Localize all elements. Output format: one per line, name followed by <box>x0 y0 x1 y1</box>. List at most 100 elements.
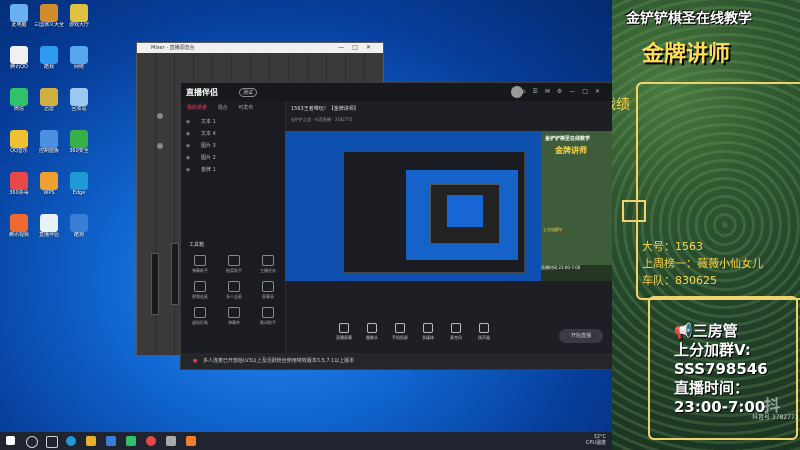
app-icon <box>40 4 58 22</box>
folder-icon[interactable] <box>86 436 96 446</box>
app-icon <box>70 4 88 22</box>
task-view-icon[interactable] <box>46 436 58 448</box>
recursive-preview <box>343 151 525 273</box>
recursive-preview-inner2 <box>430 184 500 244</box>
tab-my-scenes[interactable]: 我的场景 <box>187 105 207 111</box>
tab-publish[interactable]: 可发布 <box>238 105 253 111</box>
desktop-icon[interactable]: 酷我 <box>34 46 64 70</box>
mixer-titlebar[interactable]: Mixer - 直播调音台 —□✕ <box>137 43 383 53</box>
frame-handle <box>622 200 646 222</box>
scene-tabs: 我的场景 混合 可发布 <box>181 101 285 116</box>
search-icon[interactable] <box>26 436 38 448</box>
desktop-icon-label: 360杀毒 <box>9 190 29 196</box>
tool-icon <box>194 281 206 292</box>
scene-item[interactable]: 文本 1 <box>181 116 285 128</box>
bottom-tool-label: 手机投屏 <box>392 335 408 340</box>
tool-label: 虚拟形象 <box>192 320 208 325</box>
app-icon <box>40 46 58 64</box>
tool-button[interactable]: 虚拟形象 <box>185 307 215 326</box>
bottom-tool-button[interactable]: 多媒体 <box>415 323 441 341</box>
app-icon <box>40 214 58 232</box>
tool-icon <box>228 307 240 318</box>
thumb-box: 直播时间:23:00-7:00 <box>541 265 613 281</box>
desktop-icon[interactable]: 迅雷 <box>34 88 64 112</box>
system-tray[interactable]: 32°C CPU温度 <box>586 434 606 446</box>
desktop-icon[interactable]: WPS <box>34 172 64 196</box>
desktop-icon-label: 三国演义大全 <box>34 22 64 28</box>
tool-button[interactable]: 视频连麦 <box>185 281 215 300</box>
desktop-icon[interactable]: 360安全 <box>64 130 94 154</box>
tool-button[interactable]: 弹幕库 <box>219 307 249 326</box>
desktop-icon-label: 迅雷 <box>43 106 54 112</box>
start-button-icon[interactable] <box>6 436 15 445</box>
browser-icon[interactable] <box>146 436 156 446</box>
scene-panel: 我的场景 混合 可发布 文本 1 文本 4 图片 3 图片 2 金牌 1 工具箱… <box>181 101 286 353</box>
app-icon <box>10 172 28 190</box>
desktop-icon[interactable]: 腾讯QQ <box>4 46 34 70</box>
chat-icon[interactable] <box>126 436 136 446</box>
live-app-icon[interactable] <box>186 436 196 446</box>
live-companion-window[interactable]: 直播伴侣 测试 ⌂☰✉⚙—□✕ 我的场景 混合 可发布 文本 1 文本 4 图片… <box>180 82 614 370</box>
start-live-button[interactable]: 开始直播 <box>559 329 603 343</box>
knob-1[interactable] <box>157 113 163 119</box>
app-icon <box>70 88 88 106</box>
edge-icon[interactable] <box>66 436 76 446</box>
scene-item[interactable]: 图片 3 <box>181 140 285 152</box>
bottom-tool-icon <box>367 323 377 333</box>
desktop-icon[interactable]: 腾讯视频 <box>4 214 34 238</box>
scene-item[interactable]: 图片 2 <box>181 152 285 164</box>
topbar-icons[interactable]: ⌂☰✉⚙—□✕ <box>522 88 607 95</box>
mixer-title: Mixer - 直播调音台 <box>151 45 195 51</box>
tool-button[interactable]: 弹幕助手 <box>185 255 215 274</box>
desktop-icon[interactable]: 直播伴侣 <box>34 214 64 238</box>
app-topbar: 直播伴侣 测试 ⌂☰✉⚙—□✕ <box>181 83 613 101</box>
desktop-icon[interactable]: 360杀毒 <box>4 172 34 196</box>
desktop-icon[interactable]: 回收站 <box>64 88 94 112</box>
app-icon <box>10 214 28 232</box>
desktop-icon[interactable]: 网络 <box>64 46 94 70</box>
scene-item[interactable]: 文本 4 <box>181 128 285 140</box>
desktop-icon-label: 腾讯QQ <box>10 64 28 70</box>
desktop-icon[interactable]: 此电脑 <box>4 4 34 28</box>
stream-preview[interactable] <box>285 131 541 281</box>
app-icon <box>70 130 88 148</box>
fader-2[interactable] <box>171 243 179 305</box>
knob-3[interactable] <box>157 143 163 149</box>
overlay-main-title: 金牌讲师 <box>642 42 731 67</box>
info-line-top-fan: 上周榜一：薇薇小仙女儿 <box>642 257 763 270</box>
tool-button[interactable]: 抽奖助手 <box>219 255 249 274</box>
room-title[interactable]: 1563王者带玩！【金牌讲师】 <box>291 105 359 112</box>
desktop-icon[interactable]: 游戏大厅 <box>64 4 94 28</box>
tool-icon <box>262 281 274 292</box>
scene-item[interactable]: 金牌 1 <box>181 164 285 176</box>
tool-icon <box>262 307 274 318</box>
desktop-icon[interactable]: QQ音乐 <box>4 130 34 154</box>
thumb-line1: 金铲铲棋圣在线教学 <box>545 136 591 142</box>
tool-button[interactable]: 歌词助手 <box>253 307 283 326</box>
bottom-tool-label: 多媒体 <box>422 335 434 340</box>
desktop-icon[interactable]: 控制面板 <box>34 130 64 154</box>
tool-button[interactable]: 多人连麦 <box>219 281 249 300</box>
bottom-tool-button[interactable]: 直播屏幕 <box>331 323 357 341</box>
desktop-icon[interactable]: 三国演义大全 <box>34 4 64 28</box>
bottom-tool-button[interactable]: 摄像头 <box>359 323 385 341</box>
app-icon <box>40 172 58 190</box>
window-controls[interactable]: —□✕ <box>338 43 379 53</box>
fader-1[interactable] <box>151 253 159 315</box>
bottom-tool-button[interactable]: 手机投屏 <box>387 323 413 341</box>
tool-button[interactable]: 主播任务 <box>253 255 283 274</box>
bottom-tool-button[interactable]: 扬声器 <box>471 323 497 341</box>
overlay-title: 金铲铲棋圣在线教学 <box>626 11 752 27</box>
desktop-icon[interactable]: 酷狗 <box>64 214 94 238</box>
store-icon[interactable] <box>106 436 116 446</box>
info-lines: 大号：1563 上周榜一：薇薇小仙女儿 车队：830625 <box>642 238 763 289</box>
bottom-tool-button[interactable]: 麦克风 <box>443 323 469 341</box>
overlay-war-label: 战绩 <box>612 97 630 113</box>
desktop-icon[interactable]: Edge <box>64 172 94 196</box>
desktop-icon[interactable]: 微信 <box>4 88 34 112</box>
notice-line: 直播时间： <box>674 379 750 397</box>
tab-mix[interactable]: 混合 <box>218 105 228 111</box>
status-text: 多人连麦已开放给LV3以上及活跃粉丝使用特效版本3.5.7.1以上版本 <box>202 358 355 364</box>
tool-button[interactable]: 屏幕录 <box>253 281 283 300</box>
app-icon[interactable] <box>166 436 176 446</box>
